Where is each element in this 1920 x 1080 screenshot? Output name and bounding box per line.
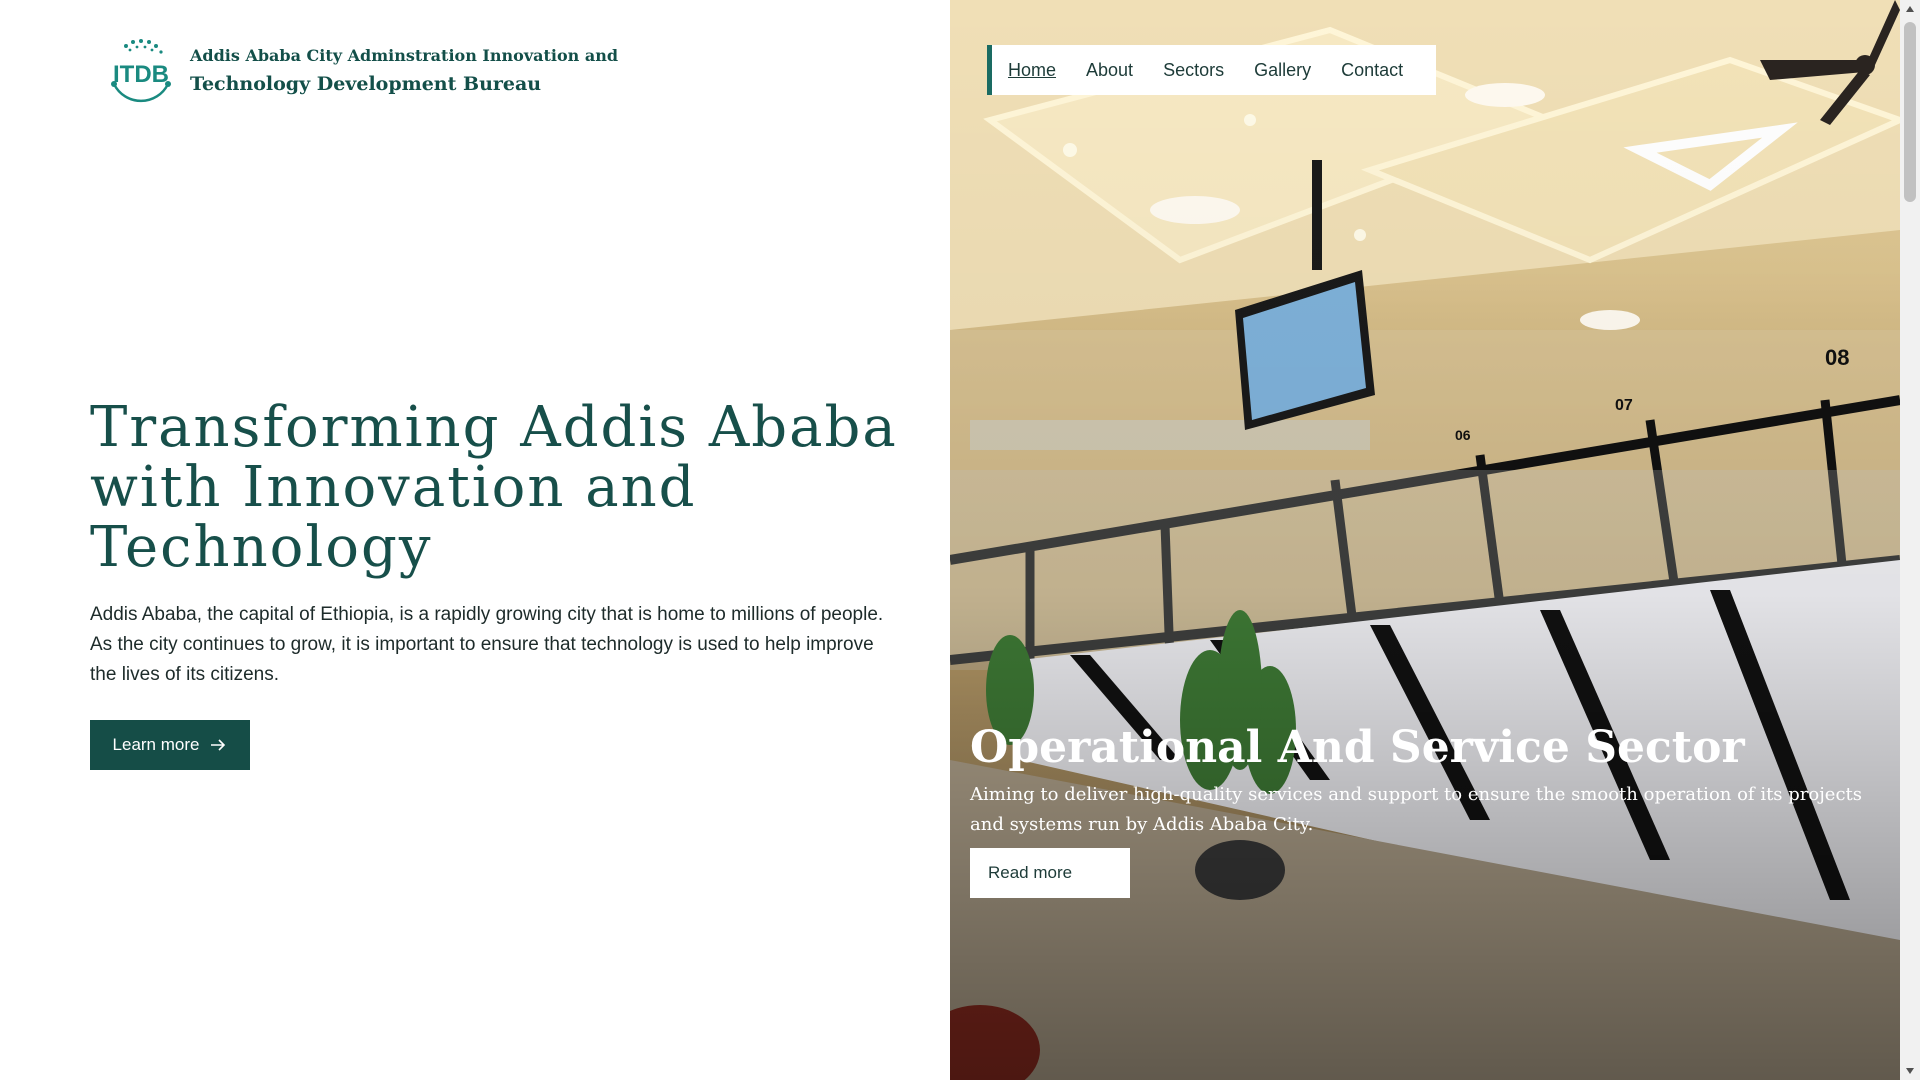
brand-name: Addis Ababa City Adminstration Innovatio… xyxy=(190,43,618,99)
hero-title: Transforming Addis Ababa with Innovation… xyxy=(90,395,898,580)
learn-more-button[interactable]: Learn more xyxy=(90,720,250,770)
nav-home[interactable]: Home xyxy=(1008,60,1056,81)
scrollbar-thumb[interactable] xyxy=(1904,22,1916,202)
brand-line-2: Technology Development Bureau xyxy=(190,73,542,95)
arrow-right-icon xyxy=(211,739,226,751)
page-scrollbar[interactable] xyxy=(1900,0,1920,1080)
read-more-button[interactable]: Read more xyxy=(970,848,1130,898)
nav-gallery[interactable]: Gallery xyxy=(1254,60,1311,81)
slide-title: Operational And Service Sector xyxy=(970,722,1745,773)
hero-description: Addis Ababa, the capital of Ethiopia, is… xyxy=(90,604,884,685)
main-nav: Home About Sectors Gallery Contact xyxy=(987,45,1436,95)
itdb-logo: ITDB xyxy=(111,39,171,103)
learn-more-label: Learn more xyxy=(112,735,200,754)
brand[interactable]: ITDB Addis Ababa City Adminstration Inno… xyxy=(106,36,618,106)
hero-slider: 08 07 06 Home About Sectors Gallery C xyxy=(950,0,1900,1080)
service-hall-photo: 08 07 06 xyxy=(950,0,1900,1080)
slide-description: Aiming to deliver high-quality services … xyxy=(970,784,1863,835)
nav-sectors[interactable]: Sectors xyxy=(1163,60,1224,81)
nav-about[interactable]: About xyxy=(1086,60,1133,81)
nav-contact[interactable]: Contact xyxy=(1341,60,1403,81)
scroll-down-arrow-icon[interactable] xyxy=(1904,1064,1916,1078)
scroll-up-arrow-icon[interactable] xyxy=(1904,2,1916,16)
svg-text:ITDB: ITDB xyxy=(113,61,169,88)
brand-line-1: Addis Ababa City Adminstration Innovatio… xyxy=(190,46,619,65)
left-panel: ITDB Addis Ababa City Adminstration Inno… xyxy=(0,0,950,1080)
